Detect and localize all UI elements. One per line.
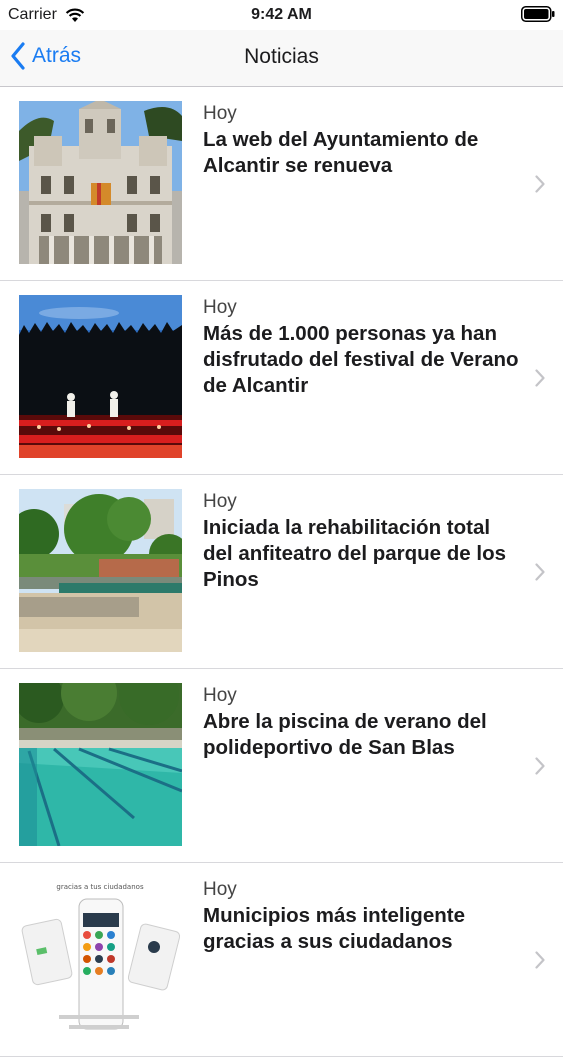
news-date: Hoy: [203, 491, 237, 512]
chevron-right-icon: [535, 563, 545, 581]
chevron-right-icon: [535, 175, 545, 193]
chevron-right-icon: [535, 757, 545, 775]
news-date: Hoy: [203, 103, 237, 124]
news-date: Hoy: [203, 879, 237, 900]
news-row[interactable]: Hoy Más de 1.000 personas ya han disfrut…: [0, 281, 563, 475]
news-thumbnail-pool: [19, 683, 182, 846]
chevron-right-icon: [535, 951, 545, 969]
news-title: Municipios más inteligente gracias a sus…: [203, 904, 465, 953]
navigation-bar: Atrás Noticias: [0, 30, 563, 87]
news-thumbnail-city-hall: [19, 101, 182, 264]
news-date: Hoy: [203, 685, 237, 706]
news-title: Más de 1.000 personas ya han disfrutado …: [203, 322, 519, 397]
chevron-right-icon: [535, 369, 545, 387]
news-date: Hoy: [203, 297, 237, 318]
news-row[interactable]: gracias a tus ciudadanos Hoy Municipios …: [0, 863, 563, 1057]
news-title: Abre la piscina de verano del polideport…: [203, 710, 487, 759]
news-text: Hoy Más de 1.000 personas ya han disfrut…: [203, 297, 525, 399]
battery-icon: [521, 6, 555, 22]
news-title: La web del Ayuntamiento de Alcantir se r…: [203, 128, 479, 177]
news-thumbnail-app: gracias a tus ciudadanos: [19, 877, 182, 1040]
news-row[interactable]: Hoy La web del Ayuntamiento de Alcantir …: [0, 87, 563, 281]
news-row[interactable]: Hoy Abre la piscina de verano del polide…: [0, 669, 563, 863]
status-bar: Carrier 9:42 AM: [0, 0, 563, 30]
news-title: Iniciada la rehabilitación total del anf…: [203, 516, 507, 591]
news-thumbnail-festival: [19, 295, 182, 458]
news-text: Hoy Abre la piscina de verano del polide…: [203, 685, 525, 761]
news-text: Hoy La web del Ayuntamiento de Alcantir …: [203, 103, 525, 179]
page-title: Noticias: [244, 45, 319, 68]
status-time: 9:42 AM: [251, 6, 312, 23]
thumbnail-caption: gracias a tus ciudadanos: [56, 883, 144, 891]
news-list: Hoy La web del Ayuntamiento de Alcantir …: [0, 87, 563, 1057]
news-text: Hoy Iniciada la rehabilitación total del…: [203, 491, 525, 593]
news-row[interactable]: Hoy Iniciada la rehabilitación total del…: [0, 475, 563, 669]
news-text: Hoy Municipios más inteligente gracias a…: [203, 879, 525, 955]
news-thumbnail-park: [19, 489, 182, 652]
